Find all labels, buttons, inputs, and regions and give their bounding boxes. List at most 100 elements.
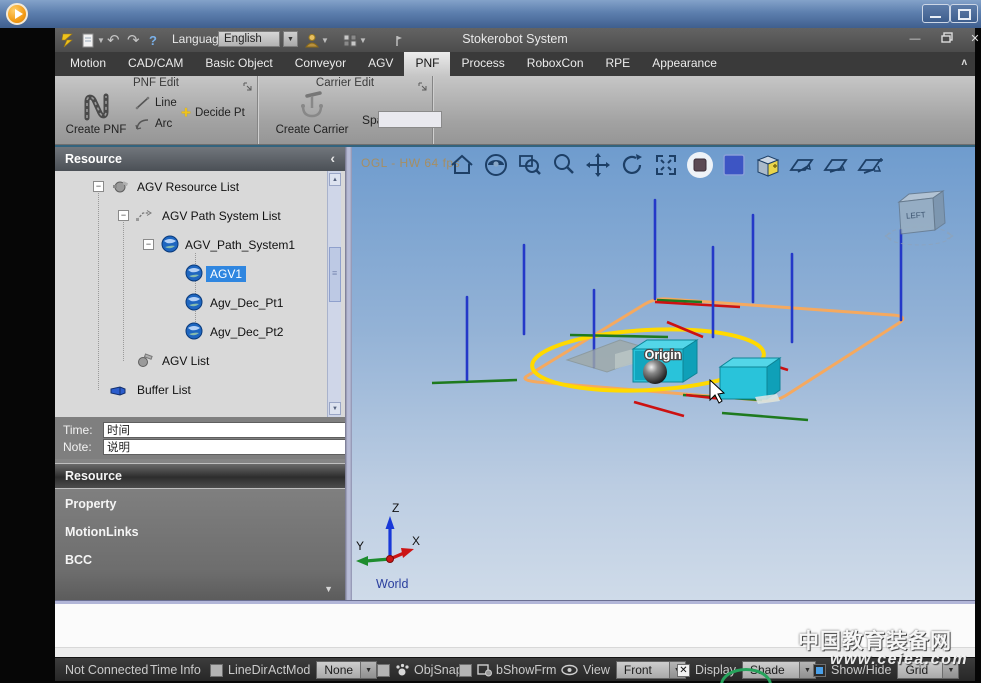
- close-button[interactable]: ✕: [963, 32, 981, 48]
- tree-item-agv-resource-list[interactable]: AGV Resource List: [133, 179, 243, 195]
- dropdown-arrow-icon[interactable]: ▼: [360, 662, 376, 678]
- status-time[interactable]: Time: [150, 662, 177, 678]
- tab-basic-object[interactable]: Basic Object: [194, 52, 283, 76]
- buffer-icon: [110, 381, 128, 399]
- scroll-up-icon[interactable]: ▲: [329, 173, 341, 186]
- sections-caret-icon[interactable]: ▼: [324, 584, 333, 594]
- agv-box-2[interactable]: [720, 358, 780, 404]
- tree-scrollbar[interactable]: ▲ ▼: [327, 171, 341, 417]
- section-bcc[interactable]: BCC: [55, 547, 345, 573]
- actmod-select[interactable]: None ▼: [316, 661, 377, 679]
- player-minimize-button[interactable]: [922, 4, 950, 23]
- tab-rpe[interactable]: RPE: [595, 52, 642, 76]
- decide-pt-icon: +: [181, 106, 191, 120]
- resource-sidebar: Resource ‹ − AGV Resource List −: [55, 147, 345, 600]
- section-motionlinks[interactable]: MotionLinks: [55, 519, 345, 545]
- player-title-bar: [0, 0, 981, 28]
- arc-label: Arc: [155, 118, 172, 130]
- globe-icon: [185, 264, 203, 282]
- agv-resource-icon: [111, 178, 129, 196]
- panel-splitter[interactable]: [345, 147, 352, 600]
- tree-item-agv-dec-pt1[interactable]: Agv_Dec_Pt1: [206, 295, 287, 311]
- time-note-panel: Time: Note:: [55, 417, 345, 459]
- objsnap-toggle[interactable]: ObjSnap: [377, 662, 463, 678]
- create-pnf-label: Create PNF: [66, 124, 127, 136]
- player-maximize-button[interactable]: [950, 4, 978, 23]
- globe-icon: [185, 293, 203, 311]
- bshowfrm-label: bShowFrm: [496, 663, 556, 677]
- globe-icon: [161, 235, 179, 253]
- 3d-scene[interactable]: Origin: [352, 147, 975, 600]
- globe-icon: [185, 322, 203, 340]
- group-label-carrier-edit: Carrier Edit: [258, 77, 432, 89]
- resource-tree: − AGV Resource List − AGV Path System Li…: [55, 171, 345, 417]
- play-icon[interactable]: [6, 3, 28, 25]
- note-label: Note:: [63, 440, 92, 454]
- actmod-label: ActMod: [268, 663, 310, 677]
- bshowfrm-checkbox[interactable]: [459, 664, 472, 677]
- section-property[interactable]: Property: [55, 491, 345, 517]
- tree-item-agv-dec-pt2[interactable]: Agv_Dec_Pt2: [206, 324, 287, 340]
- tab-pnf[interactable]: PNF: [404, 52, 450, 76]
- ribbon-collapse-icon[interactable]: ᴧ: [961, 57, 967, 68]
- tab-conveyor[interactable]: Conveyor: [284, 52, 357, 76]
- tree-item-buffer-list[interactable]: Buffer List: [133, 382, 195, 398]
- ribbon-group-carrier-edit: Carrier Edit Create Carrier Space: [258, 76, 433, 144]
- viewport-3d[interactable]: OGL - HW 64 fps: [352, 147, 975, 600]
- view-cube[interactable]: LEFT: [885, 191, 953, 245]
- scroll-down-icon[interactable]: ▼: [329, 402, 341, 415]
- linedir-checkbox[interactable]: [210, 664, 223, 677]
- titlebar: ▼ ↶ ↷ ? Language English ▼ ▼ ▼ Stokerobo…: [55, 28, 975, 52]
- objsnap-label: ObjSnap: [414, 663, 463, 677]
- connection-status: Not Connected: [65, 662, 148, 678]
- screen: ▼ ↶ ↷ ? Language English ▼ ▼ ▼ Stokerobo…: [0, 0, 981, 683]
- expander-minus-icon[interactable]: −: [118, 210, 129, 221]
- linedir-toggle[interactable]: LineDir: [210, 662, 268, 678]
- create-pnf-icon: [80, 92, 112, 122]
- tab-motion[interactable]: Motion: [59, 52, 117, 76]
- dialog-launcher-icon[interactable]: [243, 79, 253, 89]
- panel-collapse-icon[interactable]: ‹: [330, 147, 335, 169]
- view-select[interactable]: Front ▼: [616, 661, 686, 679]
- space-input[interactable]: [378, 111, 442, 128]
- display-checkbox-checked[interactable]: ✕: [677, 664, 690, 677]
- tree-item-agv1-selected[interactable]: AGV1: [206, 266, 246, 282]
- create-carrier-label: Create Carrier: [276, 124, 349, 136]
- bshowfrm-toggle[interactable]: bShowFrm: [459, 662, 556, 678]
- tree-item-agv-path-system1[interactable]: AGV_Path_System1: [181, 237, 299, 253]
- resource-panel-header: Resource ‹: [55, 147, 345, 171]
- path-system-icon: [135, 207, 153, 225]
- line-icon: [135, 96, 151, 110]
- view-value[interactable]: Front: [617, 662, 669, 678]
- scrollbar-thumb[interactable]: [329, 247, 341, 302]
- section-resource[interactable]: Resource: [55, 463, 345, 489]
- minimize-button[interactable]: —: [903, 32, 927, 48]
- line-button[interactable]: Line: [135, 96, 177, 110]
- main-area: Resource ‹ − AGV Resource List −: [55, 145, 975, 600]
- tab-cadcam[interactable]: CAD/CAM: [117, 52, 194, 76]
- tree-guide-line: [98, 187, 99, 390]
- decide-pt-button[interactable]: + Decide Pt: [181, 106, 245, 120]
- watermark-url: www.ceiea.com: [830, 651, 968, 669]
- objsnap-checkbox[interactable]: [377, 664, 390, 677]
- arc-button[interactable]: Arc: [135, 117, 172, 131]
- expander-minus-icon[interactable]: −: [93, 181, 104, 192]
- create-carrier-button[interactable]: Create Carrier: [270, 90, 354, 136]
- time-input[interactable]: [103, 422, 349, 438]
- tree-item-agv-list[interactable]: AGV List: [158, 353, 213, 369]
- restore-button[interactable]: [935, 32, 959, 48]
- tree-item-agv-path-system-list[interactable]: AGV Path System List: [158, 208, 285, 224]
- tab-roboxcon[interactable]: RoboxCon: [516, 52, 595, 76]
- note-input[interactable]: [103, 439, 349, 455]
- dialog-launcher-icon[interactable]: [418, 79, 428, 89]
- actmod-value[interactable]: None: [317, 662, 360, 678]
- origin-marker: [643, 360, 667, 384]
- create-pnf-button[interactable]: Create PNF: [65, 92, 127, 136]
- status-info[interactable]: Info: [180, 662, 201, 678]
- showhide-checkbox[interactable]: [813, 664, 826, 677]
- tab-appearance[interactable]: Appearance: [641, 52, 728, 76]
- ribbon-tab-bar: Motion CAD/CAM Basic Object Conveyor AGV…: [55, 52, 975, 76]
- expander-minus-icon[interactable]: −: [143, 239, 154, 250]
- tab-process[interactable]: Process: [450, 52, 515, 76]
- tab-agv[interactable]: AGV: [357, 52, 404, 76]
